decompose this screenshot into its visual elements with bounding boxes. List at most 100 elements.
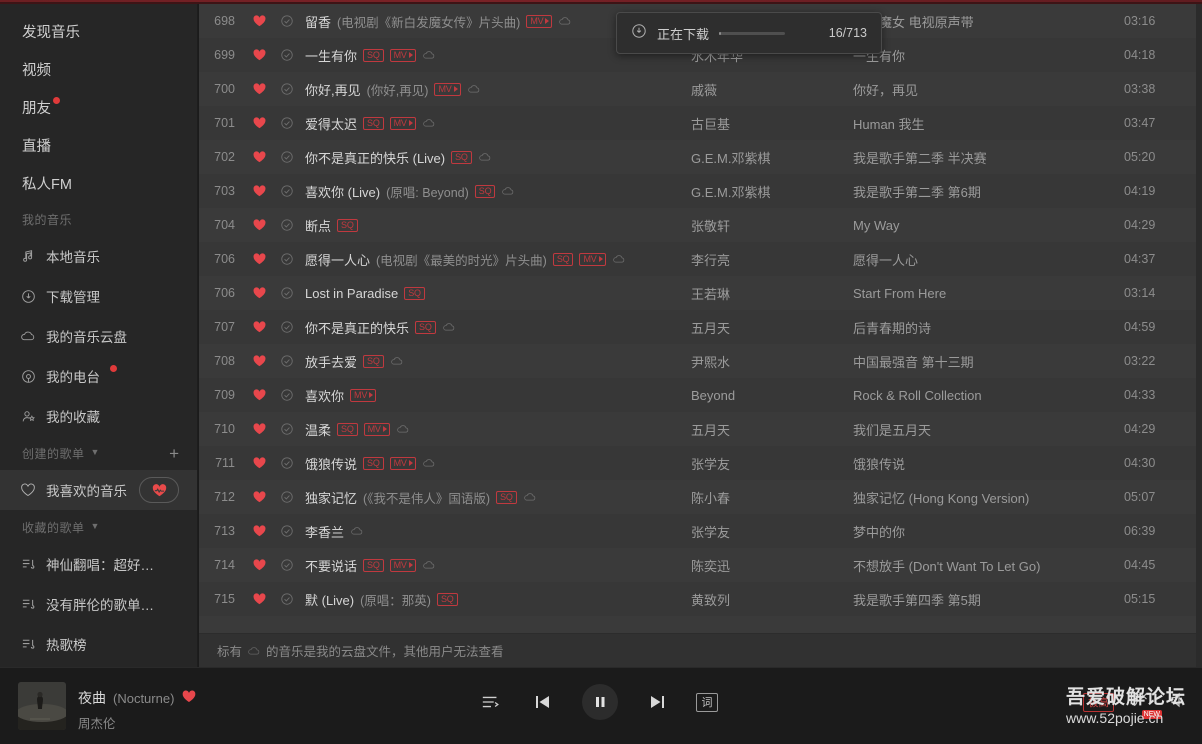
table-row[interactable]: 712 独家记忆 (《我不是伟人》国语版) SQ 陈小春 独家记忆 (Hong Kong … bbox=[199, 480, 1202, 514]
downloaded-check-icon[interactable] bbox=[273, 116, 301, 130]
favorite-heart-icon[interactable] bbox=[245, 48, 273, 62]
sidebar-item-music-cloud-disk[interactable]: 我的音乐云盘 bbox=[0, 316, 197, 356]
sidebar-item-download-manager[interactable]: 下载管理 bbox=[0, 276, 197, 316]
album-name[interactable]: 后青春期的诗 bbox=[853, 318, 1124, 337]
downloaded-check-icon[interactable] bbox=[273, 320, 301, 334]
chevron-down-icon[interactable]: ▼ bbox=[91, 521, 100, 531]
chevron-down-icon[interactable]: ▼ bbox=[91, 447, 100, 457]
song-title-cell[interactable]: Lost in Paradise SQ bbox=[301, 286, 691, 301]
table-row[interactable]: 707 你不是真正的快乐 SQ 五月天 后青春期的诗 04:59 bbox=[199, 310, 1202, 344]
sidebar-playlist-my-favorite-music[interactable]: 我喜欢的音乐 bbox=[0, 470, 197, 510]
album-name[interactable]: 一生有你 bbox=[853, 46, 1124, 65]
song-title-cell[interactable]: 放手去爱 SQ bbox=[301, 352, 691, 371]
downloaded-check-icon[interactable] bbox=[273, 388, 301, 402]
artist-name[interactable]: 五月天 bbox=[691, 318, 853, 337]
artist-name[interactable]: 陈小春 bbox=[691, 488, 853, 507]
add-playlist-button[interactable]: + bbox=[169, 445, 179, 462]
song-title-cell[interactable]: 喜欢你 (Live) (原唱: Beyond) SQ bbox=[301, 182, 691, 201]
album-name[interactable]: 我是歌手第二季 半决赛 bbox=[853, 148, 1124, 167]
favorite-heart-icon[interactable] bbox=[245, 82, 273, 96]
downloaded-check-icon[interactable] bbox=[273, 218, 301, 232]
album-name[interactable]: 梦中的你 bbox=[853, 522, 1124, 541]
previous-icon[interactable] bbox=[530, 689, 556, 715]
album-name[interactable]: 白发魔女 电视原声带 bbox=[853, 12, 1124, 31]
downloaded-check-icon[interactable] bbox=[273, 184, 301, 198]
artist-name[interactable]: Beyond bbox=[691, 388, 853, 403]
sidebar-item-discover[interactable]: 发现音乐 bbox=[0, 12, 197, 50]
song-title-cell[interactable]: 默 (Live) (原唱：那英) SQ bbox=[301, 590, 691, 609]
album-name[interactable]: My Way bbox=[853, 218, 1124, 233]
album-name[interactable]: 我是歌手第四季 第5期 bbox=[853, 590, 1124, 609]
sidebar-item-live[interactable]: 直播 bbox=[0, 126, 197, 164]
album-cover-thumbnail[interactable] bbox=[18, 682, 66, 730]
song-title-cell[interactable]: 你好,再见 (你好,再见) MV bbox=[301, 80, 691, 99]
playlist-icon[interactable] bbox=[478, 689, 504, 715]
album-name[interactable]: 不想放手 (Don't Want To Let Go) bbox=[853, 556, 1124, 575]
downloaded-check-icon[interactable] bbox=[273, 524, 301, 538]
song-title-cell[interactable]: 饿狼传说 SQ MV bbox=[301, 454, 691, 473]
table-row[interactable]: 715 默 (Live) (原唱：那英) SQ 黄致列 我是歌手第四季 第5期 05:15 bbox=[199, 582, 1202, 616]
favorite-heart-icon[interactable] bbox=[245, 14, 273, 28]
mv-badge[interactable]: MV bbox=[350, 388, 377, 402]
favorite-heart-icon[interactable] bbox=[245, 286, 273, 300]
artist-name[interactable]: 黄致列 bbox=[691, 590, 853, 609]
downloaded-check-icon[interactable] bbox=[273, 286, 301, 300]
song-title-cell[interactable]: 爱得太迟 SQ MV bbox=[301, 114, 691, 133]
sidebar-item-friends[interactable]: 朋友 bbox=[0, 88, 197, 126]
song-title-cell[interactable]: 不要说话 SQ MV bbox=[301, 556, 691, 575]
artist-name[interactable]: 五月天 bbox=[691, 420, 853, 439]
downloaded-check-icon[interactable] bbox=[273, 82, 301, 96]
album-name[interactable]: Start From Here bbox=[853, 286, 1124, 301]
table-row[interactable]: 701 爱得太迟 SQ MV 古巨基 Human 我生 03:47 bbox=[199, 106, 1202, 140]
sidebar-item-local-music[interactable]: 本地音乐 bbox=[0, 236, 197, 276]
favorite-heart-icon[interactable] bbox=[245, 218, 273, 232]
song-title-cell[interactable]: 你不是真正的快乐 SQ bbox=[301, 318, 691, 337]
favorite-heart-icon[interactable] bbox=[245, 252, 273, 266]
favorite-heart-icon[interactable] bbox=[245, 354, 273, 368]
sidebar-playlist-item[interactable]: 没有胖伦的歌单终... bbox=[0, 584, 197, 624]
mv-badge[interactable]: MV bbox=[389, 558, 416, 572]
artist-name[interactable]: 张学友 bbox=[691, 454, 853, 473]
song-title-cell[interactable]: 温柔 SQ MV bbox=[301, 420, 691, 439]
downloaded-check-icon[interactable] bbox=[273, 48, 301, 62]
favorite-heart-icon[interactable] bbox=[245, 320, 273, 334]
album-name[interactable]: 愿得一人心 bbox=[853, 250, 1124, 269]
favorite-heart-icon[interactable] bbox=[245, 592, 273, 606]
favorite-heart-icon[interactable] bbox=[245, 150, 273, 164]
album-name[interactable]: Human 我生 bbox=[853, 114, 1124, 133]
table-row[interactable]: 700 你好,再见 (你好,再见) MV 戚薇 你好，再见 03:38 bbox=[199, 72, 1202, 106]
song-title-cell[interactable]: 断点 SQ bbox=[301, 216, 691, 235]
favorite-heart-icon[interactable] bbox=[245, 422, 273, 436]
artist-name[interactable]: 陈奕迅 bbox=[691, 556, 853, 575]
song-title-cell[interactable]: 喜欢你 MV bbox=[301, 386, 691, 405]
album-name[interactable]: 独家记忆 (Hong Kong Version) bbox=[853, 488, 1124, 507]
song-title-cell[interactable]: 独家记忆 (《我不是伟人》国语版) SQ bbox=[301, 488, 691, 507]
song-title-cell[interactable]: 你不是真正的快乐 (Live) SQ bbox=[301, 148, 691, 167]
song-title-cell[interactable]: 愿得一人心 (电视剧《最美的时光》片头曲) SQ MV bbox=[301, 250, 691, 269]
mv-badge[interactable]: MV bbox=[389, 116, 416, 130]
downloaded-check-icon[interactable] bbox=[273, 14, 301, 28]
table-row[interactable]: 706 愿得一人心 (电视剧《最美的时光》片头曲) SQ MV 李行亮 愿得一人心 04:37 bbox=[199, 242, 1202, 276]
sidebar-playlist-item[interactable]: 热歌榜 bbox=[0, 624, 197, 664]
table-row[interactable]: 711 饿狼传说 SQ MV 张学友 饿狼传说 04:30 bbox=[199, 446, 1202, 480]
artist-name[interactable]: G.E.M.邓紫棋 bbox=[691, 148, 853, 167]
artist-name[interactable]: 王若琳 bbox=[691, 284, 853, 303]
table-row[interactable]: 714 不要说话 SQ MV 陈奕迅 不想放手 (Don't Want To Let Go… bbox=[199, 548, 1202, 582]
artist-name[interactable]: 戚薇 bbox=[691, 80, 853, 99]
table-row[interactable]: 704 断点 SQ 张敬轩 My Way 04:29 bbox=[199, 208, 1202, 242]
favorite-heart-icon[interactable] bbox=[245, 116, 273, 130]
album-name[interactable]: 中国最强音 第十三期 bbox=[853, 352, 1124, 371]
table-row[interactable]: 709 喜欢你 MV Beyond Rock & Roll Collection 04:3… bbox=[199, 378, 1202, 412]
downloaded-check-icon[interactable] bbox=[273, 592, 301, 606]
sidebar-item-my-collection[interactable]: 我的收藏 bbox=[0, 396, 197, 436]
favorite-heart-icon[interactable] bbox=[245, 184, 273, 198]
play-favorites-button[interactable] bbox=[139, 477, 179, 503]
downloaded-check-icon[interactable] bbox=[273, 354, 301, 368]
sidebar-playlist-item[interactable]: 神仙翻唱：超好听... bbox=[0, 544, 197, 584]
artist-name[interactable]: G.E.M.邓紫棋 bbox=[691, 182, 853, 201]
table-row[interactable]: 702 你不是真正的快乐 (Live) SQ G.E.M.邓紫棋 我是歌手第二季 半决赛… bbox=[199, 140, 1202, 174]
downloaded-check-icon[interactable] bbox=[273, 252, 301, 266]
favorite-heart-icon[interactable] bbox=[245, 388, 273, 402]
favorite-heart-icon[interactable] bbox=[245, 524, 273, 538]
artist-name[interactable]: 张敬轩 bbox=[691, 216, 853, 235]
